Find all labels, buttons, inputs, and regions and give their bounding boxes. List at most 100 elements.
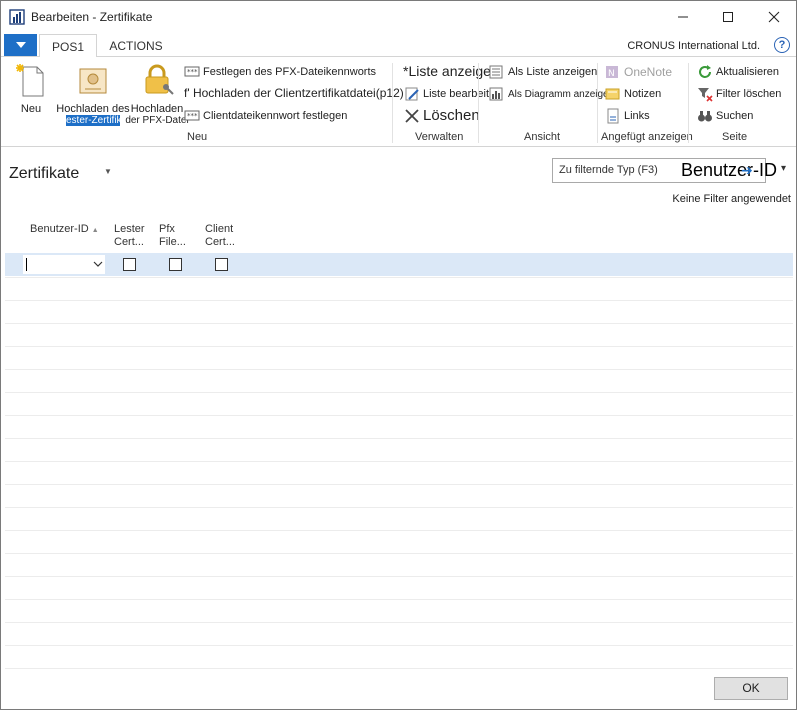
text-cursor (26, 258, 27, 271)
page-title: Zertifikate (9, 165, 80, 182)
links-button[interactable]: Links (605, 108, 650, 124)
group-label-angefuegt: Angefügt anzeigen (601, 131, 693, 143)
links-label: Links (624, 110, 650, 122)
grid-line (5, 530, 793, 531)
page-menu-dropdown[interactable]: ▼ (104, 167, 112, 176)
ribbon: Neu Hochladen des ester-Zertifika Hochla… (1, 57, 796, 147)
grid-line (5, 438, 793, 439)
minimize-button[interactable] (660, 1, 706, 33)
table-row[interactable] (5, 253, 793, 276)
help-icon[interactable]: ? (774, 37, 790, 53)
list-view-icon (489, 65, 503, 79)
upload-pfx-label: Hochladen (130, 103, 184, 115)
filter-status: Keine Filter angewendet (672, 193, 791, 205)
svg-text:***: *** (187, 112, 198, 120)
grid-line (5, 346, 793, 347)
group-label-neu: Neu (187, 131, 208, 143)
minimize-icon (678, 16, 688, 18)
refresh-label: Aktualisieren (716, 66, 779, 78)
ok-button[interactable]: OK (714, 677, 788, 700)
notes-icon (605, 88, 620, 100)
tab-pos1[interactable]: POS1 (39, 34, 97, 58)
sort-ascending-icon: ▲ (91, 227, 99, 234)
column-header-label: Pfx (159, 223, 175, 235)
clear-filter-button[interactable]: Filter löschen (697, 86, 781, 102)
certificate-icon (79, 68, 107, 94)
refresh-icon (699, 65, 711, 78)
lester-cert-checkbox[interactable] (123, 258, 136, 271)
view-as-chart-button[interactable]: Als Diagramm anzeigen (489, 86, 614, 102)
filter-box[interactable]: Zu filternde Typ (F3) Benutzer-ID ➔ ▾ (552, 158, 786, 183)
onenote-button[interactable]: N OneNote (605, 64, 672, 80)
set-pfx-password-button[interactable]: *** Festlegen des PFX-Dateikennworts (184, 64, 376, 80)
svg-text:N: N (608, 69, 615, 79)
app-menu-button[interactable] (4, 34, 37, 56)
svg-text:***: *** (187, 68, 198, 76)
column-header-pfx-file[interactable]: Pfx File... (159, 223, 186, 249)
clear-filter-label: Filter löschen (716, 88, 782, 100)
delete-button[interactable]: Löschen (404, 107, 480, 124)
grid-line (5, 300, 793, 301)
view-as-list-button[interactable]: Als Liste anzeigen (489, 64, 597, 80)
company-name[interactable]: CRONUS International Ltd. (627, 40, 760, 52)
search-button[interactable]: Suchen (697, 108, 753, 124)
grid-line (5, 553, 793, 554)
upload-lester-cert-button[interactable]: Hochladen des ester-Zertifika (53, 63, 133, 126)
column-header-client-cert[interactable]: Client Cert... (205, 223, 235, 249)
close-icon (768, 11, 780, 23)
column-header-label: Cert... (205, 236, 235, 248)
filter-apply-arrow-icon[interactable]: ➔ (741, 162, 753, 179)
column-header-label: Cert... (114, 236, 144, 248)
search-label: Suchen (716, 110, 754, 122)
filter-input[interactable]: Zu filternde Typ (F3) (559, 164, 658, 176)
grid-line (5, 369, 793, 370)
column-header-label: Lester (114, 223, 145, 235)
client-cert-checkbox[interactable] (215, 258, 228, 271)
maximize-button[interactable] (705, 1, 751, 33)
binoculars-icon (698, 111, 712, 122)
chevron-down-icon[interactable] (92, 257, 104, 271)
upload-pfx-button[interactable]: Hochladen der PFX-Datei (125, 63, 189, 126)
edit-list-icon (405, 87, 419, 101)
grid-line (5, 277, 793, 278)
column-header-label: File... (159, 236, 186, 248)
tab-actions[interactable]: ACTIONS (101, 34, 171, 56)
grid-line (5, 323, 793, 324)
grid-line (5, 461, 793, 462)
upload-lester-cert-sublabel: ester-Zertifika (66, 115, 120, 126)
set-client-password-button[interactable]: *** Clientdateikennwort festlegen (184, 108, 347, 124)
filter-field-selector[interactable]: Benutzer-ID (681, 160, 777, 181)
delete-icon (405, 108, 419, 123)
grid-line (5, 599, 793, 600)
group-separator (597, 63, 598, 143)
upload-client-cert-button[interactable]: f' Hochladen der Clientzertifikatdatei(p… (184, 86, 404, 100)
new-button-label: Neu (20, 103, 42, 115)
grid-line (5, 392, 793, 393)
grid-line (5, 622, 793, 623)
close-button[interactable] (751, 1, 797, 33)
lock-key-icon (145, 64, 174, 95)
links-icon (607, 108, 619, 124)
title-bar: Bearbeiten - Zertifikate (1, 1, 796, 33)
grid-line (5, 645, 793, 646)
app-icon (9, 9, 25, 25)
refresh-button[interactable]: Aktualisieren (697, 64, 779, 80)
chart-view-icon (489, 87, 503, 101)
show-list-label: *Liste anzeigen (403, 63, 499, 79)
show-list-button[interactable]: *Liste anzeigen (403, 63, 499, 79)
view-as-list-label: Als Liste anzeigen (508, 66, 598, 78)
column-header-lester-cert[interactable]: Lester Cert... (114, 223, 145, 249)
filter-field-dropdown-icon[interactable]: ▾ (781, 163, 786, 174)
upload-client-cert-label: f' Hochladen der Clientzertifikatdatei(p… (184, 86, 404, 100)
pfx-file-checkbox[interactable] (169, 258, 182, 271)
certificates-window: Bearbeiten - Zertifikate POS1 ACTIONS CR… (0, 0, 797, 710)
delete-label: Löschen (423, 107, 480, 124)
view-as-chart-label: Als Diagramm anzeigen (508, 88, 615, 100)
window-title: Bearbeiten - Zertifikate (31, 10, 153, 24)
column-header-user-id[interactable]: Benutzer-ID ▲ (30, 223, 99, 237)
group-label-ansicht: Ansicht (524, 131, 561, 143)
notes-button[interactable]: Notizen (605, 86, 661, 102)
new-button[interactable]: Neu (11, 63, 51, 115)
column-header-label: Client (205, 223, 234, 235)
edit-list-button[interactable]: Liste bearbeiten (404, 86, 501, 102)
